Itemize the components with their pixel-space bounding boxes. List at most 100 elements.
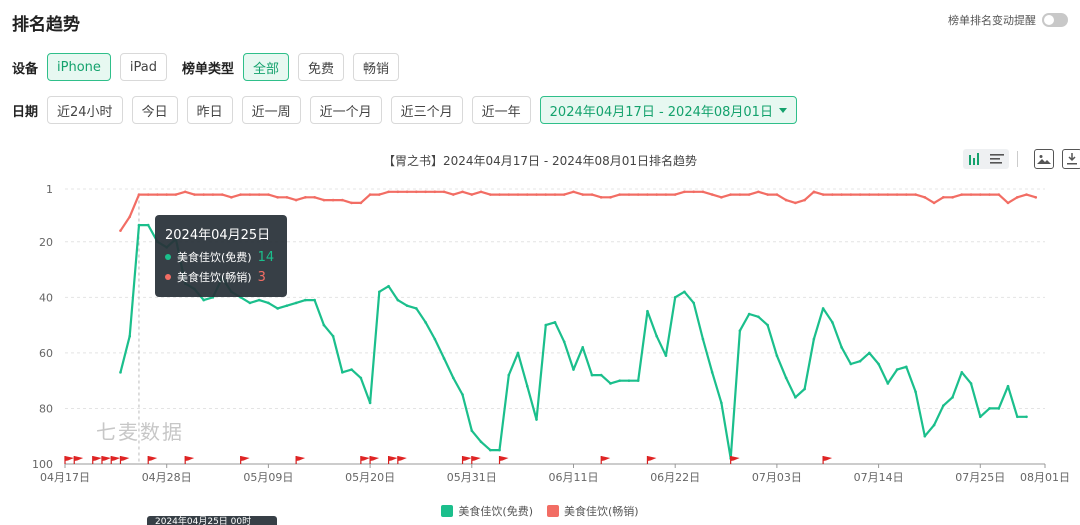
data-point-paid: [868, 193, 871, 196]
data-point-free: [757, 315, 760, 319]
x-tick-label: 06月11日: [548, 471, 598, 484]
date-month-button[interactable]: 近一个月: [309, 96, 382, 124]
date-range-value: 2024年04月17日 - 2024年08月01日: [549, 104, 773, 120]
data-point-paid: [267, 193, 270, 196]
data-point-free: [914, 390, 917, 394]
date-year-button[interactable]: 近一年: [471, 96, 531, 124]
data-point-free: [683, 290, 686, 294]
image-download-icon[interactable]: [1034, 149, 1054, 169]
device-label: 设备: [12, 61, 39, 77]
data-point-paid: [572, 190, 575, 194]
device-iphone-button[interactable]: iPhone: [47, 53, 111, 81]
data-point-paid: [886, 193, 890, 196]
data-point-paid: [905, 193, 908, 196]
data-point-paid: [683, 190, 686, 194]
flag-icon[interactable]: [295, 456, 306, 464]
date-today-button[interactable]: 今日: [131, 96, 178, 124]
flag-icon[interactable]: [184, 456, 195, 464]
flag-icon[interactable]: [119, 456, 130, 464]
flag-icon[interactable]: [240, 456, 250, 464]
x-tick-label: 05月31日: [447, 471, 497, 484]
device-ipad-button[interactable]: iPad: [119, 53, 167, 81]
data-point-free: [886, 382, 890, 385]
date-24h-button[interactable]: 近24小时: [47, 96, 123, 124]
tooltip-name-paid: 美食佳饮(畅销): [177, 271, 252, 284]
data-point-free: [997, 407, 1001, 410]
data-point-paid: [757, 190, 760, 194]
data-point-free: [905, 365, 908, 369]
y-tick-label: 20: [39, 236, 53, 249]
flag-icon[interactable]: [369, 456, 380, 464]
chart-type-paid-button[interactable]: 畅销: [353, 53, 400, 81]
data-point-paid: [997, 193, 1001, 196]
data-point-free: [803, 387, 806, 391]
flag-icon[interactable]: [64, 456, 74, 464]
flag-icon[interactable]: [73, 456, 84, 464]
data-point-free: [747, 312, 751, 316]
flag-icon[interactable]: [730, 456, 740, 464]
flag-icon[interactable]: [92, 456, 102, 464]
date-3month-button[interactable]: 近三个月: [390, 96, 463, 124]
list-icon[interactable]: [988, 151, 1006, 167]
data-point-paid: [183, 190, 187, 194]
data-point-paid: [488, 193, 492, 196]
data-point-paid: [350, 201, 353, 205]
data-point-free: [831, 321, 834, 324]
chart-type-all-button[interactable]: 全部: [243, 53, 290, 81]
flag-icon[interactable]: [461, 456, 472, 464]
download-icon[interactable]: [1062, 149, 1080, 169]
data-point-free: [285, 304, 289, 307]
date-filter-row: 日期 近24小时 今日 昨日 近一周 近一个月 近三个月 近一年 2024年04…: [12, 96, 806, 124]
date-week-button[interactable]: 近一周: [241, 96, 301, 124]
chart-type-free-button[interactable]: 免费: [298, 53, 345, 81]
tooltip-value-free: 14: [257, 249, 275, 265]
flag-icon[interactable]: [822, 456, 833, 464]
flag-icon[interactable]: [397, 456, 407, 464]
data-point-paid: [341, 198, 344, 202]
flag-icon[interactable]: [101, 456, 111, 464]
data-point-free: [877, 362, 880, 366]
data-point-paid: [331, 198, 335, 202]
data-point-free: [868, 351, 871, 355]
data-point-paid: [720, 196, 723, 199]
flag-icon[interactable]: [360, 456, 370, 464]
data-point-paid: [978, 193, 982, 196]
data-point-free: [692, 301, 695, 305]
legend-item-paid[interactable]: 美食佳饮(畅销): [547, 503, 639, 519]
data-point-paid: [1006, 201, 1010, 205]
date-range-picker[interactable]: 2024年04月17日 - 2024年08月01日: [539, 96, 797, 124]
rank-alert-toggle[interactable]: [1042, 13, 1068, 27]
data-point-free: [313, 298, 316, 302]
data-point-paid: [322, 198, 326, 202]
data-point-free: [794, 396, 797, 399]
data-point-paid: [895, 193, 899, 196]
data-point-paid: [119, 229, 122, 232]
data-point-free: [396, 298, 400, 302]
flag-icon[interactable]: [498, 456, 509, 464]
flag-icon[interactable]: [387, 456, 398, 464]
tooltip-dot-free: [165, 254, 171, 260]
data-point-paid: [1015, 196, 1019, 199]
toggle-knob: [1044, 15, 1054, 25]
flag-icon[interactable]: [600, 456, 611, 464]
data-point-paid: [849, 193, 853, 196]
legend-item-free[interactable]: 美食佳饮(免费): [441, 503, 533, 519]
data-point-paid: [202, 193, 205, 196]
legend-label-paid: 美食佳饮(畅销): [564, 505, 639, 518]
flag-icon[interactable]: [110, 456, 121, 464]
data-point-free: [276, 307, 279, 310]
x-tick-label: 07月25日: [955, 471, 1005, 484]
data-point-paid: [729, 193, 732, 196]
flag-icon[interactable]: [646, 456, 657, 464]
data-point-paid: [914, 193, 917, 196]
date-yesterday-button[interactable]: 昨日: [186, 96, 233, 124]
data-point-free: [599, 373, 603, 377]
chart-tooltip: 2024年04月25日 美食佳饮(免费) 14 美食佳饮(畅销) 3: [155, 215, 287, 297]
data-point-paid: [553, 193, 557, 196]
bar-chart-icon[interactable]: [966, 151, 984, 167]
tooltip-row-paid: 美食佳饮(畅销) 3: [165, 269, 277, 285]
flag-icon[interactable]: [471, 456, 481, 464]
data-point-free: [664, 354, 668, 357]
flag-icon[interactable]: [147, 456, 158, 464]
page-title: 排名趋势: [12, 15, 80, 35]
